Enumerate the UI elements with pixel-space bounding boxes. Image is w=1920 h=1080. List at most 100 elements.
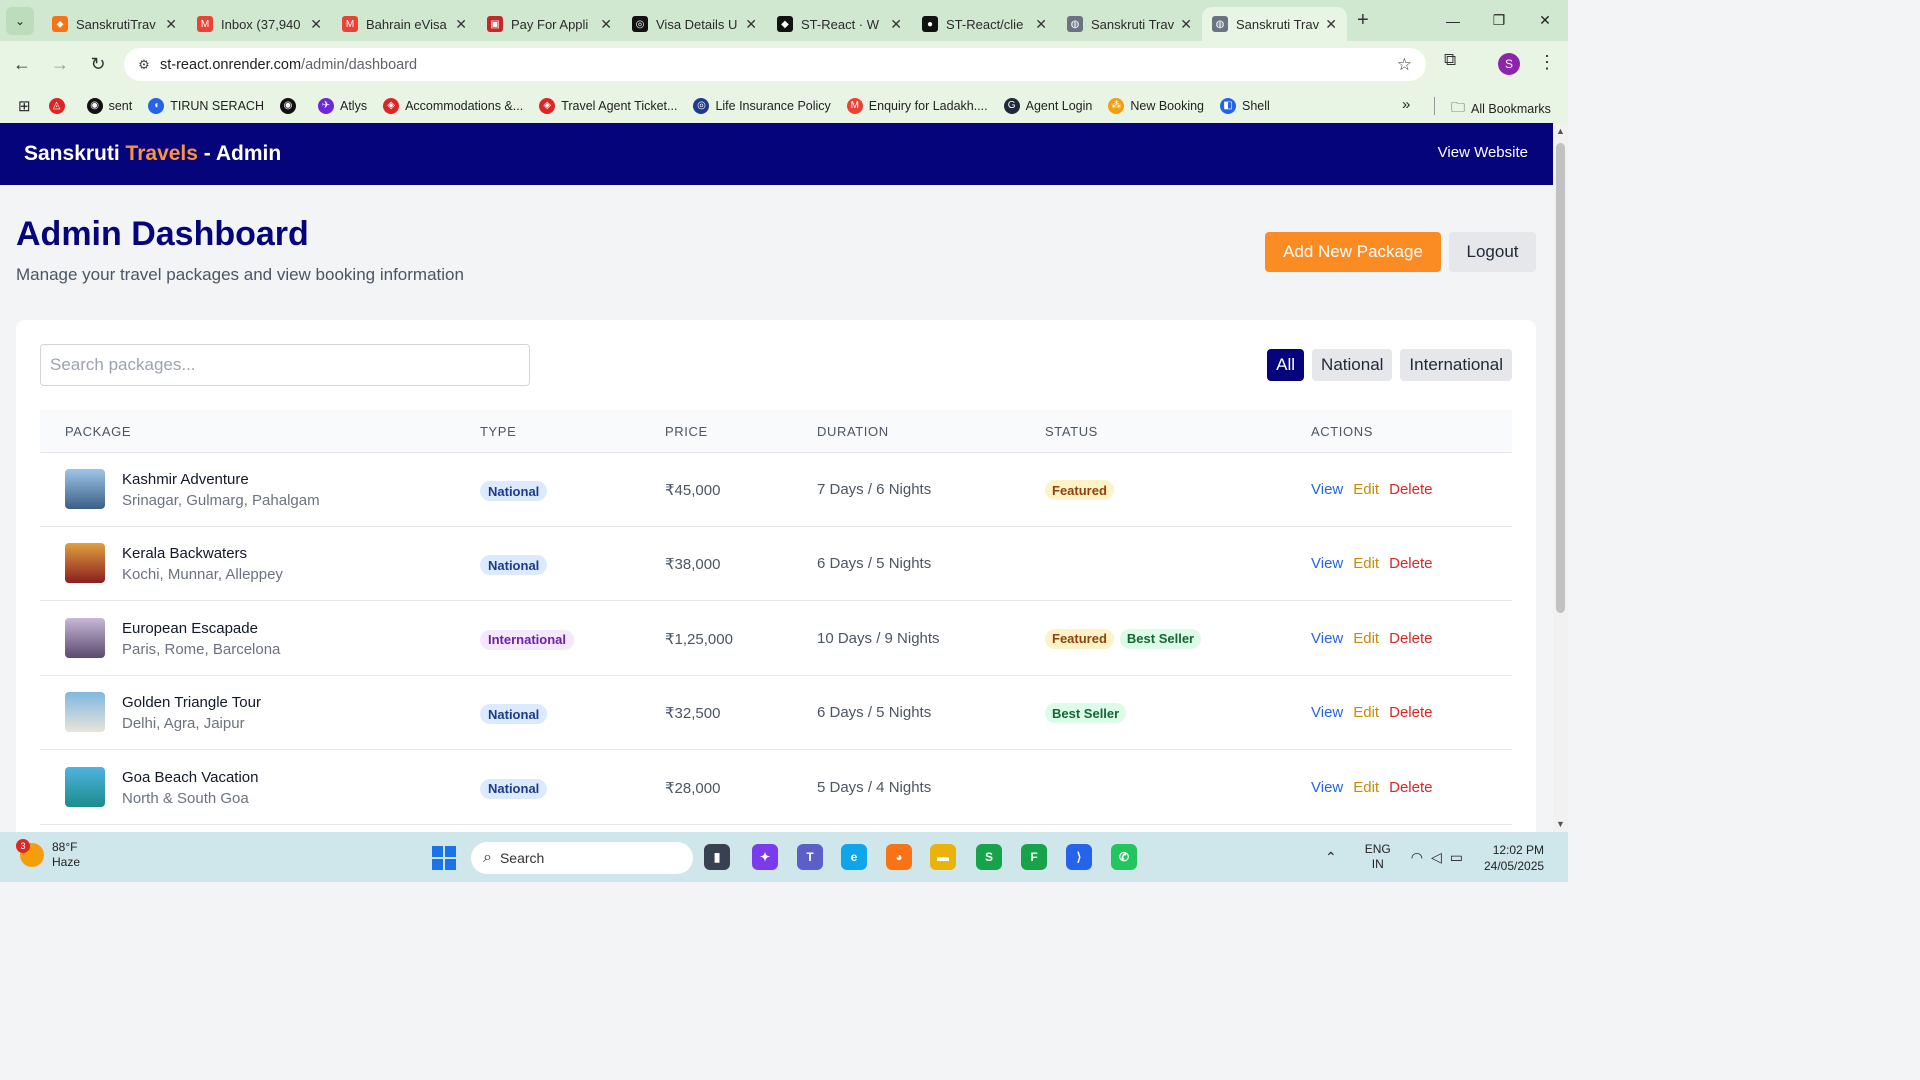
back-arrow-icon[interactable]: ← <box>6 49 38 81</box>
tab-search-chevron-icon[interactable]: ⌄ <box>6 6 34 35</box>
tab-close-icon[interactable]: ✕ <box>455 16 467 33</box>
bookmark-item[interactable]: ◉ <box>279 97 302 114</box>
bookmark-favicon-icon: ◧ <box>1220 97 1237 114</box>
search-packages-input[interactable] <box>40 344 530 386</box>
vscode-icon[interactable]: ⟩ <box>1066 844 1092 870</box>
view-link[interactable]: View <box>1311 555 1343 572</box>
delete-link[interactable]: Delete <box>1389 779 1432 796</box>
forward-arrow-icon[interactable]: → <box>44 49 76 81</box>
firefox-icon[interactable]: ◕ <box>886 844 912 870</box>
page-scrollbar[interactable]: ▲ ▼ <box>1553 123 1568 832</box>
view-link[interactable]: View <box>1311 630 1343 647</box>
browser-tab[interactable]: M Bahrain eVisa ✕ <box>332 7 477 41</box>
close-window-icon[interactable]: ✕ <box>1522 0 1568 41</box>
bookmark-label: sent <box>108 98 133 113</box>
tab-close-icon[interactable]: ✕ <box>745 16 757 33</box>
weather-widget[interactable]: 3 88°F Haze <box>16 839 80 870</box>
bookmark-item[interactable]: ◉ sent <box>86 97 133 114</box>
delete-link[interactable]: Delete <box>1389 481 1432 498</box>
delete-link[interactable]: Delete <box>1389 630 1432 647</box>
edit-link[interactable]: Edit <box>1353 555 1379 572</box>
edit-link[interactable]: Edit <box>1353 630 1379 647</box>
bookmark-item[interactable]: ✈ Atlys <box>317 97 367 114</box>
table-row: European Escapade Paris, Rome, Barcelona I… <box>40 602 1512 676</box>
new-tab-plus-icon[interactable]: + <box>1357 9 1369 32</box>
bookmark-item[interactable]: ◈ Accommodations &... <box>383 97 523 114</box>
bookmark-star-icon[interactable]: ☆ <box>1397 55 1412 75</box>
browser-tab[interactable]: ◆ ST-React · W ✕ <box>767 7 912 41</box>
browser-menu-kebab-icon[interactable]: ⋮ <box>1538 52 1556 73</box>
view-link[interactable]: View <box>1311 779 1343 796</box>
scrollbar-thumb[interactable] <box>1556 143 1565 613</box>
restore-icon[interactable]: ❐ <box>1476 0 1522 41</box>
tray-chevron-up-icon[interactable]: ⌃ <box>1325 849 1337 866</box>
scroll-up-arrow-icon[interactable]: ▲ <box>1556 126 1565 136</box>
language-indicator[interactable]: ENG IN <box>1365 842 1391 872</box>
bookmark-item[interactable]: ◈ Travel Agent Ticket... <box>539 97 678 114</box>
view-link[interactable]: View <box>1311 481 1343 498</box>
address-bar[interactable]: ⚙ st-react.onrender.com/admin/dashboard … <box>124 48 1426 81</box>
filter-international-button[interactable]: International <box>1400 349 1512 381</box>
delete-link[interactable]: Delete <box>1389 704 1432 721</box>
bookmark-item[interactable]: G Agent Login <box>1003 97 1092 114</box>
add-new-package-button[interactable]: Add New Package <box>1265 232 1441 272</box>
edge-icon[interactable]: e <box>841 844 867 870</box>
filter-all-button[interactable]: All <box>1267 349 1305 381</box>
package-name: Kerala Backwaters <box>122 545 248 563</box>
bookmark-item[interactable]: M Enquiry for Ladakh.... <box>846 97 988 114</box>
battery-icon[interactable]: ▭ <box>1450 849 1463 866</box>
browser-tab[interactable]: ⬥ SanskrutiTrav ✕ <box>42 7 187 41</box>
brand-logo-text[interactable]: Sanskruti Travels - Admin <box>24 142 281 166</box>
more-bookmarks-chevron-icon[interactable]: » <box>1402 96 1410 113</box>
browser-tab[interactable]: M Inbox (37,940 ✕ <box>187 7 332 41</box>
delete-link[interactable]: Delete <box>1389 555 1432 572</box>
bookmark-item[interactable]: ⁂ New Booking <box>1108 97 1204 114</box>
copilot-icon[interactable]: ✦ <box>752 844 778 870</box>
edit-link[interactable]: Edit <box>1353 779 1379 796</box>
wifi-icon[interactable]: ◠ <box>1411 849 1423 866</box>
bookmark-item[interactable]: ◬ <box>48 97 71 114</box>
windows-start-icon[interactable] <box>432 846 456 870</box>
volume-icon[interactable]: ◁ <box>1431 849 1442 866</box>
bookmark-item[interactable]: ◧ Shell <box>1220 97 1270 114</box>
file-explorer-icon[interactable]: ▬ <box>930 844 956 870</box>
tab-close-icon[interactable]: ✕ <box>1035 16 1047 33</box>
logout-button[interactable]: Logout <box>1449 232 1536 272</box>
browser-tab[interactable]: ▣ Pay For Appli ✕ <box>477 7 622 41</box>
edit-link[interactable]: Edit <box>1353 481 1379 498</box>
bookmark-label: Enquiry for Ladakh.... <box>868 98 988 113</box>
chrome-s-icon[interactable]: S <box>976 844 1002 870</box>
all-bookmarks-folder[interactable]: 🗀 All Bookmarks <box>1451 97 1551 121</box>
apps-grid-icon[interactable]: ⊞ <box>18 97 31 115</box>
taskbar-search-box[interactable]: ⌕ Search <box>471 842 693 874</box>
bookmark-label: Travel Agent Ticket... <box>561 98 678 113</box>
bookmark-item[interactable]: ◎ Life Insurance Policy <box>693 97 831 114</box>
site-info-icon[interactable]: ⚙ <box>130 57 158 73</box>
view-link[interactable]: View <box>1311 704 1343 721</box>
browser-tab[interactable]: ● ST-React/clie ✕ <box>912 7 1057 41</box>
tab-close-icon[interactable]: ✕ <box>600 16 612 33</box>
file-explorer-dark-icon[interactable]: ▮ <box>704 844 730 870</box>
tab-close-icon[interactable]: ✕ <box>1180 16 1192 33</box>
taskbar-clock[interactable]: 12:02 PM 24/05/2025 <box>1484 842 1544 874</box>
profile-avatar[interactable]: S <box>1498 53 1520 75</box>
teams-icon[interactable]: T <box>797 844 823 870</box>
minimize-icon[interactable]: — <box>1430 0 1476 41</box>
tab-close-icon[interactable]: ✕ <box>310 16 322 33</box>
whatsapp-icon[interactable]: ✆ <box>1111 844 1137 870</box>
browser-tab[interactable]: ◍ Sanskruti Trav ✕ <box>1057 7 1202 41</box>
browser-tab[interactable]: ◎ Visa Details U ✕ <box>622 7 767 41</box>
tab-close-icon[interactable]: ✕ <box>165 16 177 33</box>
extensions-puzzle-icon[interactable]: ⧉ <box>1444 50 1456 70</box>
bookmark-favicon-icon: ◖ <box>148 97 165 114</box>
view-website-link[interactable]: View Website <box>1438 144 1528 161</box>
tab-close-icon[interactable]: ✕ <box>890 16 902 33</box>
filter-national-button[interactable]: National <box>1312 349 1393 381</box>
reload-icon[interactable]: ↻ <box>82 49 114 81</box>
bookmark-item[interactable]: ◖ TIRUN SERACH <box>148 97 264 114</box>
tab-close-icon[interactable]: ✕ <box>1325 16 1337 33</box>
scroll-down-arrow-icon[interactable]: ▼ <box>1556 819 1565 829</box>
edit-link[interactable]: Edit <box>1353 704 1379 721</box>
chrome-f-icon[interactable]: F <box>1021 844 1047 870</box>
browser-tab[interactable]: ◍ Sanskruti Trav ✕ <box>1202 7 1347 41</box>
